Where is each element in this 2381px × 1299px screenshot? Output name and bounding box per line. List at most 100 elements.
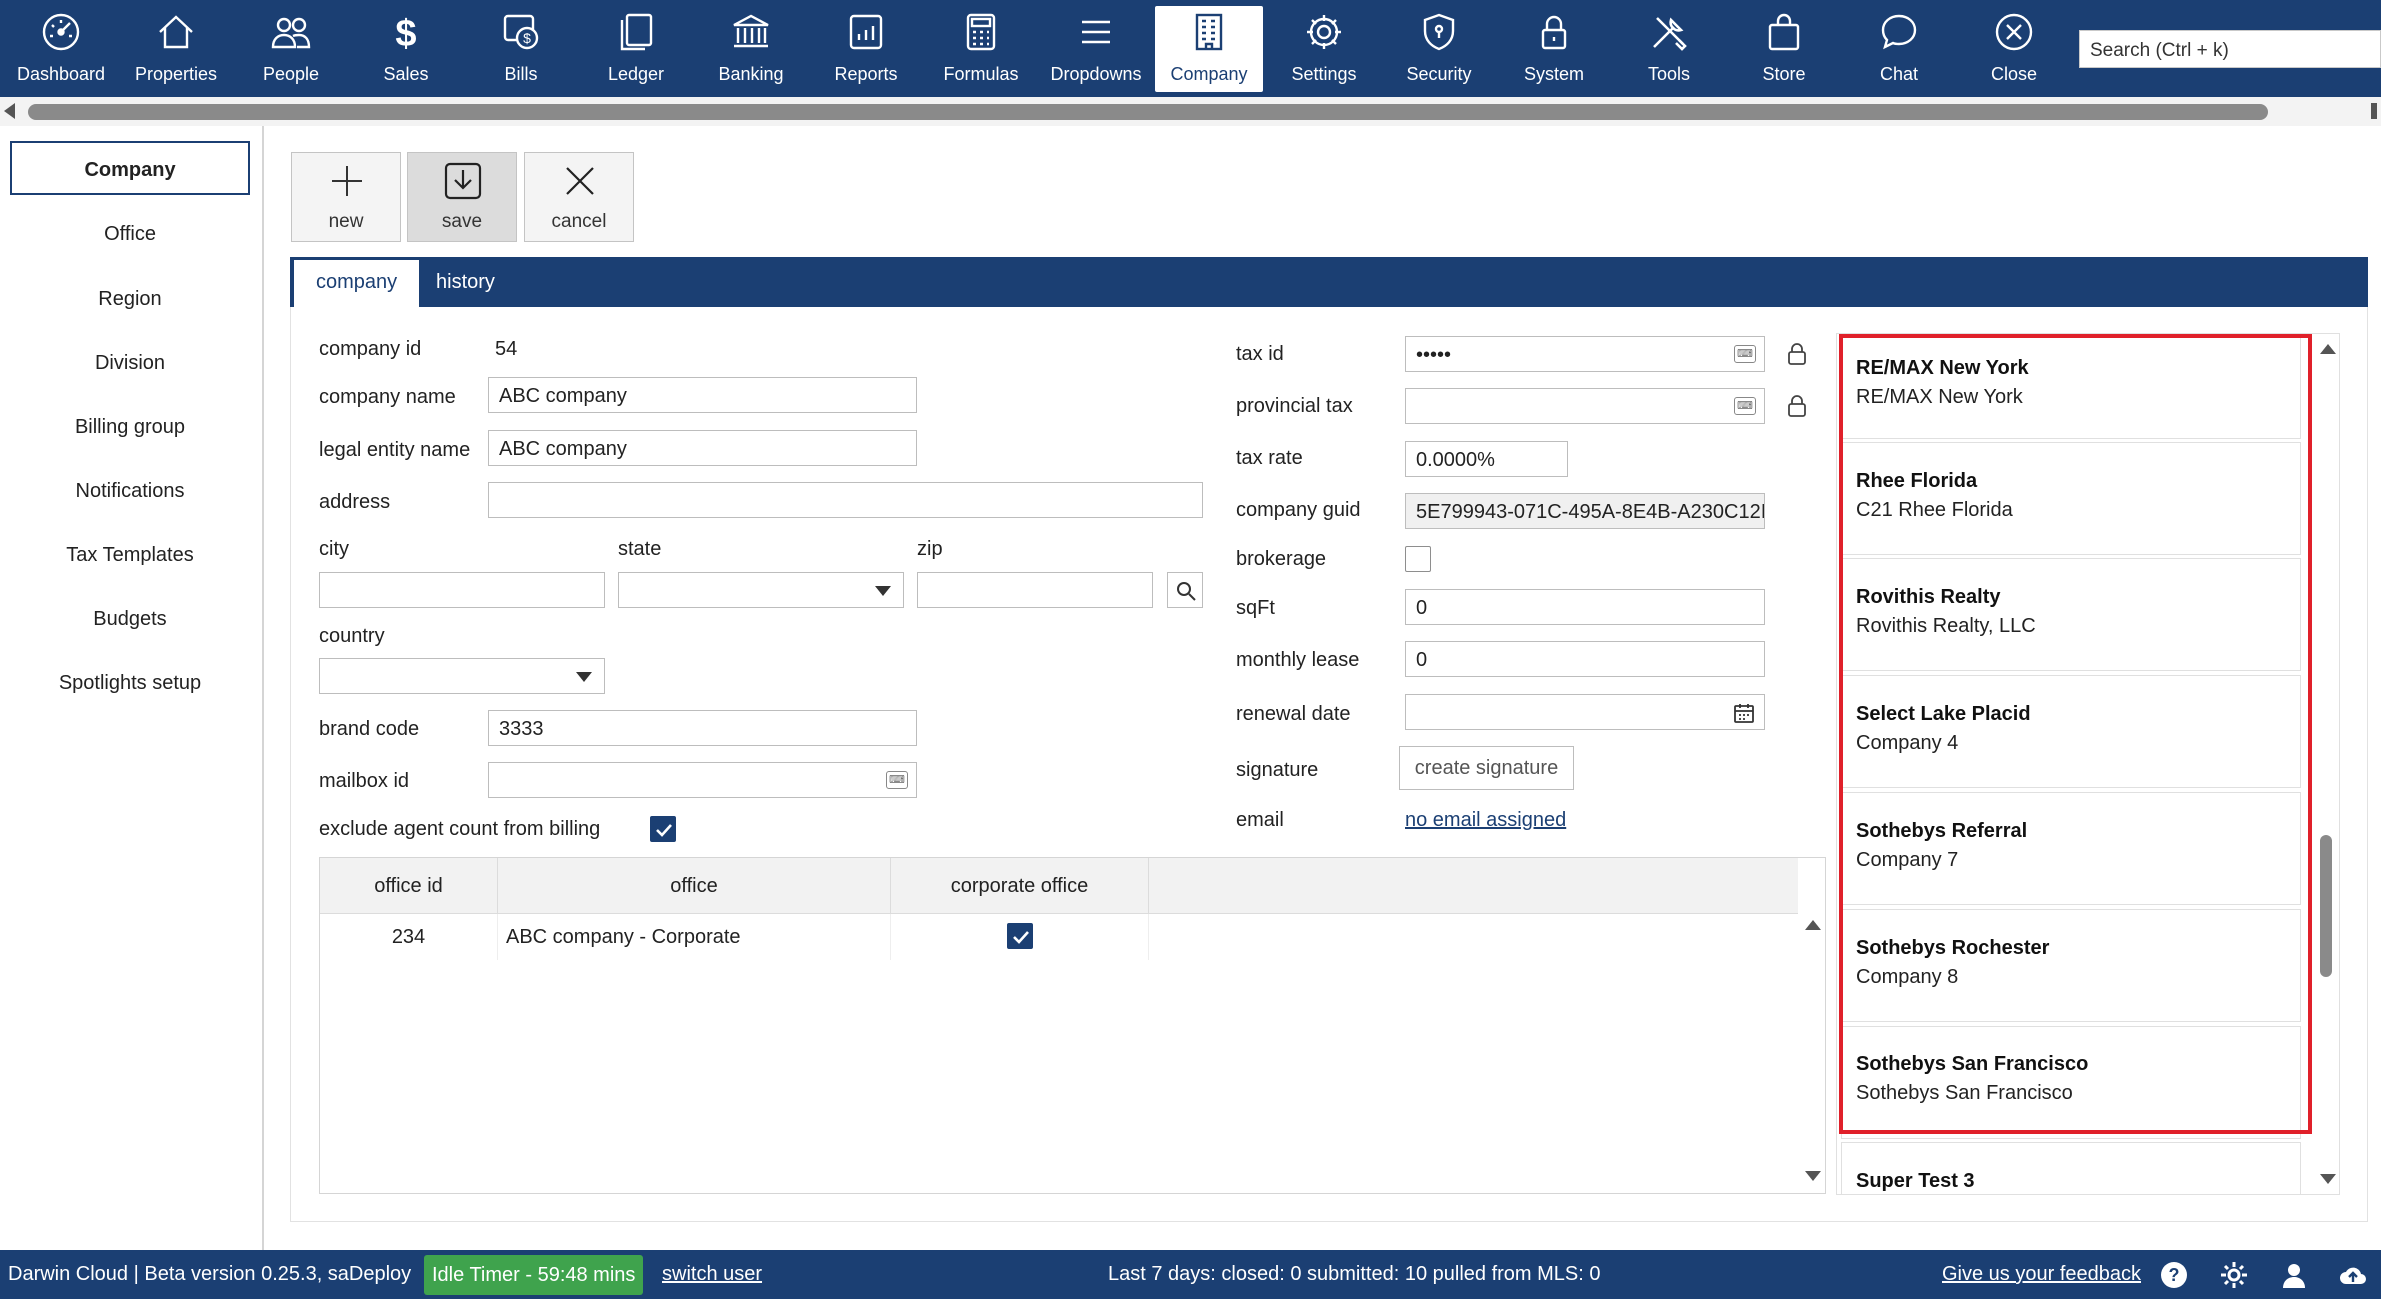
scroll-up-arrow-icon[interactable]: [1805, 920, 1821, 930]
company-list-scrollbar[interactable]: [2317, 334, 2339, 1194]
user-icon[interactable]: [2279, 1260, 2309, 1290]
keyboard-icon[interactable]: ⌨: [1734, 397, 1756, 415]
no-email-link[interactable]: no email assigned: [1405, 809, 1566, 832]
scroll-down-arrow-icon[interactable]: [1805, 1171, 1821, 1181]
sqft-input[interactable]: 0: [1405, 589, 1765, 625]
sidebar-item-office[interactable]: Office: [10, 207, 250, 261]
tax-id-lock-button[interactable]: [1779, 336, 1815, 372]
calendar-icon[interactable]: [1732, 701, 1756, 725]
zip-label: zip: [917, 538, 943, 560]
nav-dropdowns[interactable]: Dropdowns: [1042, 6, 1150, 92]
sidebar-item-tax-templates[interactable]: Tax Templates: [10, 528, 250, 582]
switch-user-link[interactable]: switch user: [662, 1263, 762, 1286]
company-name-input[interactable]: ABC company: [488, 377, 917, 413]
gear-icon[interactable]: [2219, 1260, 2249, 1290]
list-item[interactable]: Select Lake Placid Company 4: [1841, 675, 2301, 788]
list-item[interactable]: Sothebys San Francisco Sothebys San Fran…: [1841, 1026, 2301, 1139]
nav-company[interactable]: Company: [1155, 6, 1263, 92]
nav-ledger[interactable]: Ledger: [582, 6, 690, 92]
nav-system[interactable]: System: [1500, 6, 1608, 92]
mailbox-id-input[interactable]: ⌨: [488, 762, 917, 798]
tax-id-input[interactable]: ••••• ⌨: [1405, 336, 1765, 372]
nav-settings[interactable]: Settings: [1270, 6, 1378, 92]
scroll-right-arrow-icon[interactable]: [2371, 103, 2377, 119]
tab-history[interactable]: history: [414, 257, 517, 307]
feedback-link[interactable]: Give us your feedback: [1942, 1263, 2141, 1286]
city-input[interactable]: [319, 572, 605, 608]
office-grid-scrollbar[interactable]: [1802, 914, 1824, 1194]
scroll-down-arrow-icon[interactable]: [2320, 1174, 2336, 1184]
sidebar-item-label: Spotlights setup: [58, 672, 202, 694]
cancel-button-label: cancel: [551, 211, 607, 232]
global-search-input[interactable]: Search (Ctrl + k): [2079, 30, 2381, 68]
sidebar-item-billing-group[interactable]: Billing group: [10, 400, 250, 454]
svg-text:?: ?: [2169, 1265, 2180, 1285]
nav-label: Tools: [1647, 64, 1691, 84]
nav-sales[interactable]: $ Sales: [352, 6, 460, 92]
column-header-office-id[interactable]: office id: [320, 858, 498, 914]
country-select[interactable]: [319, 658, 605, 694]
list-item[interactable]: Sothebys Rochester Company 8: [1841, 909, 2301, 1022]
nav-reports[interactable]: Reports: [812, 6, 920, 92]
list-item[interactable]: Rhee Florida C21 Rhee Florida: [1841, 442, 2301, 555]
tab-company[interactable]: company: [294, 260, 420, 307]
brand-code-label: brand code: [319, 718, 420, 740]
sqft-value: 0: [1416, 597, 1428, 619]
keyboard-icon[interactable]: ⌨: [1734, 345, 1756, 363]
tax-rate-input[interactable]: 0.0000%: [1405, 441, 1568, 477]
zip-input[interactable]: [917, 572, 1153, 608]
nav-store[interactable]: Store: [1730, 6, 1838, 92]
renewal-date-input[interactable]: [1405, 694, 1765, 730]
exclude-agent-checkbox[interactable]: [650, 816, 676, 842]
shield-icon: [1423, 13, 1455, 51]
nav-tools[interactable]: Tools: [1615, 6, 1723, 92]
nav-people[interactable]: People: [237, 6, 345, 92]
new-button[interactable]: new: [291, 152, 401, 242]
save-button[interactable]: save: [407, 152, 517, 242]
cloud-upload-icon[interactable]: [2338, 1260, 2368, 1290]
nav-security[interactable]: Security: [1385, 6, 1493, 92]
nav-dashboard[interactable]: Dashboard: [7, 6, 115, 92]
sidebar-item-spotlights-setup[interactable]: Spotlights setup: [10, 656, 250, 710]
nav-chat[interactable]: Chat: [1845, 6, 1953, 92]
help-icon[interactable]: ?: [2159, 1260, 2189, 1290]
state-select[interactable]: [618, 572, 904, 608]
column-header-office[interactable]: office: [498, 858, 891, 914]
horizontal-scrollbar[interactable]: [0, 97, 2381, 126]
idle-timer-badge: Idle Timer - 59:48 mins: [424, 1255, 644, 1295]
nav-close[interactable]: Close: [1960, 6, 2068, 92]
provincial-tax-lock-button[interactable]: [1779, 388, 1815, 424]
brokerage-checkbox[interactable]: [1405, 546, 1431, 572]
list-item[interactable]: Sothebys Referral Company 7: [1841, 792, 2301, 905]
sidebar-item-division[interactable]: Division: [10, 336, 250, 390]
nav-bills[interactable]: $ Bills: [467, 6, 575, 92]
nav-banking[interactable]: Banking: [697, 6, 805, 92]
nav-formulas[interactable]: Formulas: [927, 6, 1035, 92]
address-label: address: [319, 491, 391, 513]
sidebar-item-region[interactable]: Region: [10, 272, 250, 326]
sidebar-item-budgets[interactable]: Budgets: [10, 592, 250, 646]
brand-code-input[interactable]: 3333: [488, 710, 917, 746]
scrollbar-thumb[interactable]: [28, 104, 2268, 120]
address-input[interactable]: [488, 482, 1203, 518]
company-list-scrollbar-thumb[interactable]: [2320, 835, 2332, 977]
table-row[interactable]: 234 ABC company - Corporate: [320, 914, 1798, 960]
monthly-lease-input[interactable]: 0: [1405, 641, 1765, 677]
list-item[interactable]: Rovithis Realty Rovithis Realty, LLC: [1841, 558, 2301, 671]
list-item[interactable]: RE/MAX New York RE/MAX New York: [1841, 336, 2301, 439]
sidebar-item-notifications[interactable]: Notifications: [10, 464, 250, 518]
cancel-button[interactable]: cancel: [524, 152, 634, 242]
legal-entity-input[interactable]: ABC company: [488, 430, 917, 466]
nav-properties[interactable]: Properties: [122, 6, 230, 92]
column-header-corporate-office[interactable]: corporate office: [891, 858, 1149, 914]
corporate-office-checkbox[interactable]: [1007, 923, 1033, 949]
sidebar-item-company[interactable]: Company: [10, 141, 250, 195]
zip-lookup-button[interactable]: [1167, 572, 1203, 608]
scroll-up-arrow-icon[interactable]: [2320, 344, 2336, 354]
provincial-tax-input[interactable]: ⌨: [1405, 388, 1765, 424]
list-item[interactable]: Super Test 3: [1841, 1142, 2301, 1194]
create-signature-button[interactable]: create signature: [1399, 746, 1574, 790]
keyboard-icon[interactable]: ⌨: [886, 771, 908, 789]
company-guid-input[interactable]: 5E799943-071C-495A-8E4B-A230C12I: [1405, 493, 1765, 529]
scroll-left-arrow-icon[interactable]: [4, 103, 15, 119]
